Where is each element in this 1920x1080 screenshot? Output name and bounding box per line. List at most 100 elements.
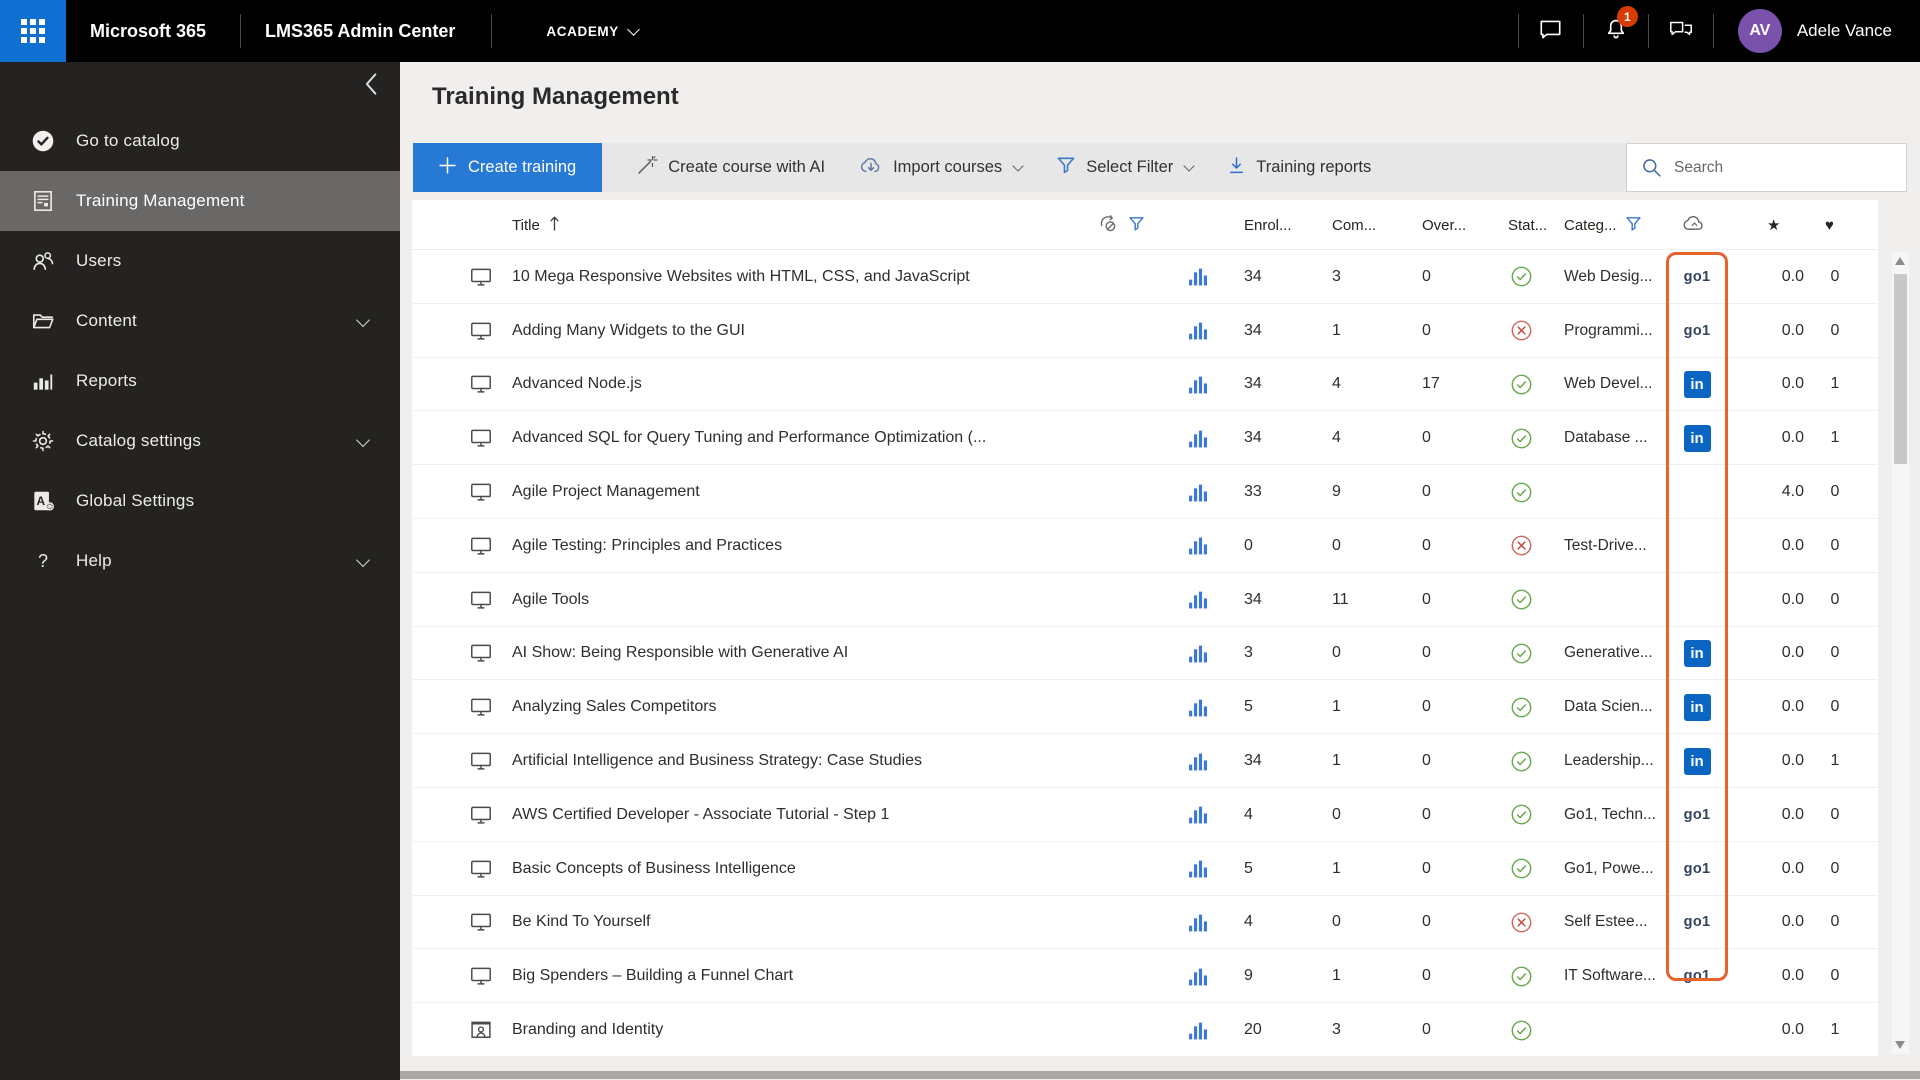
table-row[interactable]: AWS Certified Developer - Associate Tuto… — [412, 788, 1878, 842]
table-row[interactable]: Advanced Node.js34417Web Devel...in0.01 — [412, 358, 1878, 412]
course-stats-chart-icon[interactable] — [1188, 304, 1209, 358]
tenant-dropdown[interactable]: ACADEMY — [546, 24, 637, 39]
course-title[interactable]: AI Show: Being Responsible with Generati… — [512, 627, 848, 681]
course-stats-chart-icon[interactable] — [1188, 680, 1209, 734]
overdue-count: 17 — [1422, 358, 1440, 412]
global-settings-icon: A — [30, 488, 56, 514]
column-header-title[interactable]: Title — [512, 200, 561, 250]
table-row[interactable]: Advanced SQL for Query Tuning and Perfor… — [412, 411, 1878, 465]
chevron-down-icon — [1184, 160, 1195, 171]
course-stats-chart-icon[interactable] — [1188, 358, 1209, 412]
vertical-scrollbar-thumb[interactable] — [1894, 274, 1907, 464]
notifications-button[interactable]: 1 — [1584, 0, 1648, 62]
table-row[interactable]: Big Spenders – Building a Funnel Chart91… — [412, 949, 1878, 1003]
create-course-with-ai-button[interactable]: Create course with AI — [636, 154, 825, 181]
course-title[interactable]: AWS Certified Developer - Associate Tuto… — [512, 788, 889, 842]
course-stats-chart-icon[interactable] — [1188, 627, 1209, 681]
course-title[interactable]: Basic Concepts of Business Intelligence — [512, 842, 796, 896]
sync-disabled-icon[interactable] — [1096, 200, 1120, 250]
table-row[interactable]: Analyzing Sales Competitors510Data Scien… — [412, 680, 1878, 734]
sidebar-item-catalog-settings[interactable]: Catalog settings — [0, 411, 400, 471]
horizontal-scrollbar[interactable] — [400, 1071, 1920, 1080]
table-row[interactable]: Be Kind To Yourself400Self Estee...go10.… — [412, 896, 1878, 950]
table-row[interactable]: Branding and Identity20300.01 — [412, 1003, 1878, 1057]
create-training-button[interactable]: Create training — [413, 143, 602, 192]
course-title[interactable]: Agile Testing: Principles and Practices — [512, 519, 782, 573]
microsoft-365-brand[interactable]: Microsoft 365 — [90, 21, 206, 42]
table-row[interactable]: Agile Project Management33904.00 — [412, 465, 1878, 519]
table-row[interactable]: Artificial Intelligence and Business Str… — [412, 734, 1878, 788]
chat-button[interactable] — [1519, 0, 1583, 62]
column-header-provider-cloud-icon[interactable] — [1682, 200, 1707, 250]
column-header-rating-star-icon[interactable]: ★ — [1767, 200, 1780, 250]
sidebar-item-reports[interactable]: Reports — [0, 351, 400, 411]
course-stats-chart-icon[interactable] — [1188, 949, 1209, 1003]
sidebar-item-training-management[interactable]: Training Management — [0, 171, 400, 231]
column-header-overdue[interactable]: Over... — [1422, 200, 1466, 250]
course-type-icon — [470, 358, 492, 412]
course-stats-chart-icon[interactable] — [1188, 896, 1209, 950]
table-row[interactable]: Agile Tools341100.00 — [412, 573, 1878, 627]
course-stats-chart-icon[interactable] — [1188, 519, 1209, 573]
sidebar-item-users[interactable]: Users — [0, 231, 400, 291]
table-row[interactable]: AI Show: Being Responsible with Generati… — [412, 627, 1878, 681]
course-title[interactable]: Big Spenders – Building a Funnel Chart — [512, 949, 793, 1003]
course-stats-chart-icon[interactable] — [1188, 788, 1209, 842]
enrolled-count: 34 — [1244, 734, 1262, 788]
feedback-button[interactable] — [1649, 0, 1713, 62]
column-header-enrolled[interactable]: Enrol... — [1244, 200, 1292, 250]
course-title[interactable]: Analyzing Sales Competitors — [512, 680, 717, 734]
user-profile[interactable]: AV Adele Vance — [1714, 9, 1920, 53]
select-filter-button[interactable]: Select Filter — [1056, 155, 1193, 180]
column-header-completed[interactable]: Com... — [1332, 200, 1376, 250]
provider-cell: in — [1667, 680, 1727, 734]
table-row[interactable]: Adding Many Widgets to the GUI3410Progra… — [412, 304, 1878, 358]
sidebar-item-go-to-catalog[interactable]: Go to catalog — [0, 111, 400, 171]
column-header-likes-heart-icon[interactable]: ♥ — [1825, 200, 1834, 250]
sidebar-item-content[interactable]: Content — [0, 291, 400, 351]
category-filter-icon[interactable] — [1625, 215, 1642, 236]
course-stats-chart-icon[interactable] — [1188, 411, 1209, 465]
table-row[interactable]: Basic Concepts of Business Intelligence5… — [412, 842, 1878, 896]
table-row[interactable]: 10 Mega Responsive Websites with HTML, C… — [412, 250, 1878, 304]
sidebar-item-help[interactable]: ?Help — [0, 531, 400, 591]
scroll-down-arrow-icon[interactable] — [1895, 1041, 1905, 1049]
status-published-icon — [1510, 573, 1533, 627]
likes-count: 0 — [1820, 573, 1850, 627]
course-title[interactable]: Advanced SQL for Query Tuning and Perfor… — [512, 411, 986, 465]
course-title[interactable]: Advanced Node.js — [512, 358, 642, 412]
course-title[interactable]: Adding Many Widgets to the GUI — [512, 304, 745, 358]
course-stats-chart-icon[interactable] — [1188, 250, 1209, 304]
course-title[interactable]: 10 Mega Responsive Websites with HTML, C… — [512, 250, 970, 304]
course-stats-chart-icon[interactable] — [1188, 734, 1209, 788]
plus-icon — [439, 157, 456, 179]
horizontal-scrollbar-thumb[interactable] — [400, 1071, 1920, 1079]
course-title[interactable]: Agile Project Management — [512, 465, 700, 519]
user-name: Adele Vance — [1797, 21, 1892, 41]
sidebar-item-global-settings[interactable]: AGlobal Settings — [0, 471, 400, 531]
course-title[interactable]: Be Kind To Yourself — [512, 896, 650, 950]
course-stats-chart-icon[interactable] — [1188, 573, 1209, 627]
table-row[interactable]: Agile Testing: Principles and Practices0… — [412, 519, 1878, 573]
collapse-sidebar-icon[interactable] — [363, 72, 378, 101]
search-input[interactable] — [1674, 159, 1906, 177]
column-header-category[interactable]: Categ... — [1564, 200, 1642, 250]
course-type-icon — [470, 788, 492, 842]
column-header-status[interactable]: Stat... — [1508, 200, 1547, 250]
course-title[interactable]: Agile Tools — [512, 573, 589, 627]
course-title[interactable]: Branding and Identity — [512, 1003, 663, 1057]
vertical-scrollbar[interactable] — [1892, 252, 1909, 1054]
enrolled-count: 9 — [1244, 949, 1253, 1003]
title-filter-icon[interactable] — [1128, 200, 1145, 250]
app-launcher-waffle-icon[interactable] — [0, 0, 66, 62]
course-stats-chart-icon[interactable] — [1188, 465, 1209, 519]
course-stats-chart-icon[interactable] — [1188, 1003, 1209, 1057]
course-type-icon — [470, 411, 492, 465]
scroll-up-arrow-icon[interactable] — [1895, 257, 1905, 265]
category-label: IT Software... — [1564, 949, 1656, 1003]
enrolled-count: 33 — [1244, 465, 1262, 519]
training-reports-button[interactable]: Training reports — [1227, 156, 1371, 180]
course-title[interactable]: Artificial Intelligence and Business Str… — [512, 734, 922, 788]
course-stats-chart-icon[interactable] — [1188, 842, 1209, 896]
import-courses-button[interactable]: Import courses — [859, 155, 1022, 180]
